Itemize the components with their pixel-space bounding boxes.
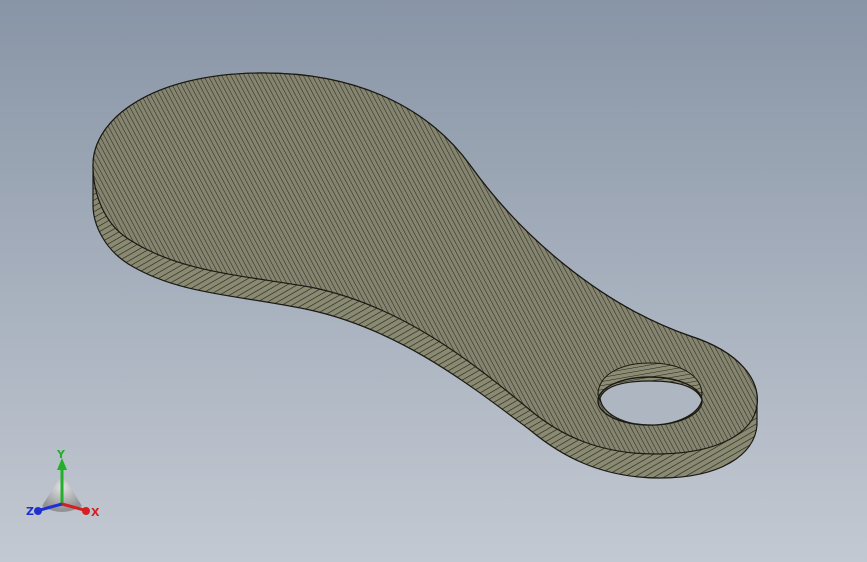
z-axis-label: Z <box>26 505 34 518</box>
z-axis-handle-icon <box>34 507 42 515</box>
reference-triad[interactable]: Y X Z <box>22 446 102 526</box>
x-axis-label: X <box>91 506 100 519</box>
part-model[interactable] <box>0 0 867 562</box>
x-axis-handle-icon <box>82 507 90 515</box>
y-axis-label: Y <box>56 448 66 461</box>
graphics-viewport[interactable]: Y X Z <box>0 0 867 562</box>
